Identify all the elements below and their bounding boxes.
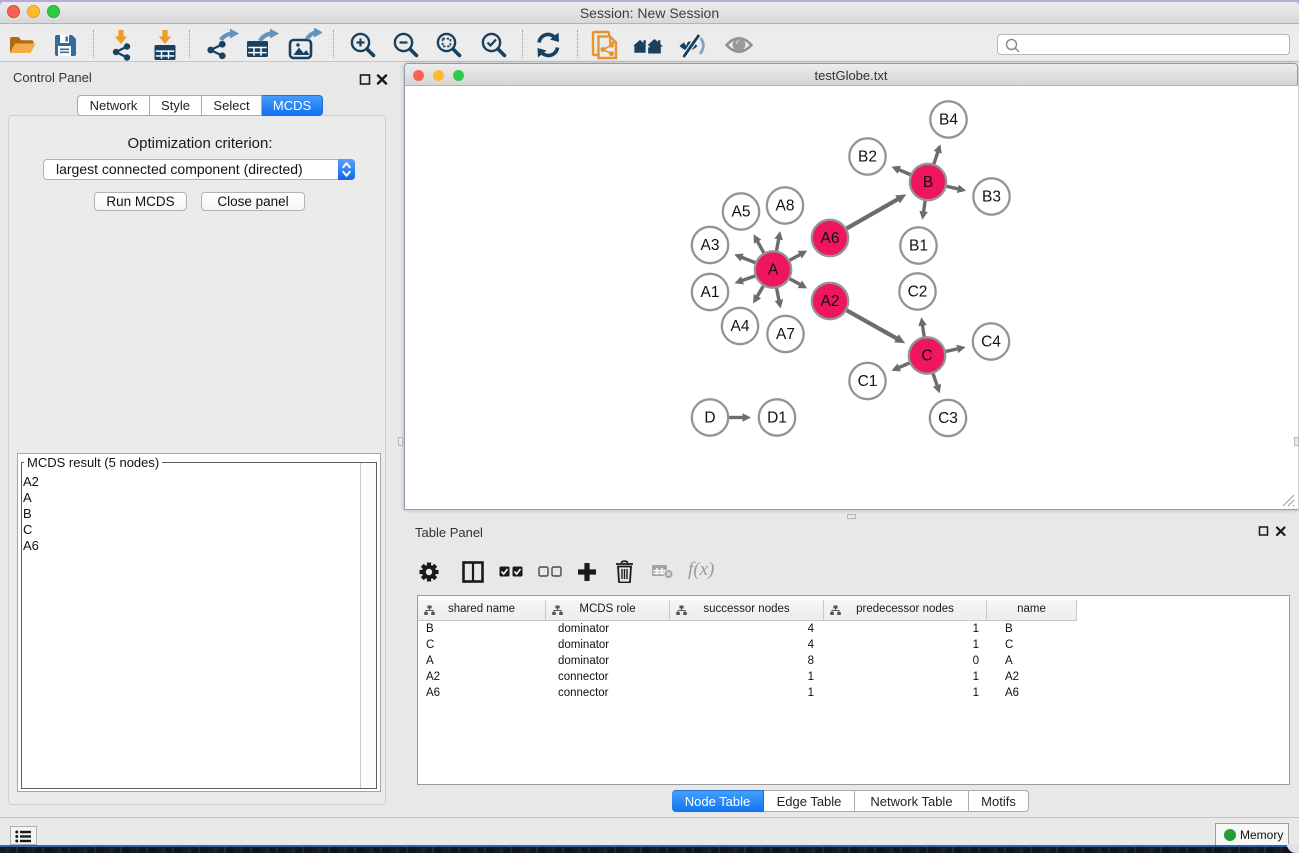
svg-text:A4: A4 <box>731 318 750 335</box>
svg-text:A3: A3 <box>701 237 720 254</box>
svg-text:A2: A2 <box>821 293 840 310</box>
svg-text:B1: B1 <box>909 238 928 255</box>
svg-text:D1: D1 <box>767 410 787 427</box>
svg-text:B: B <box>923 174 933 191</box>
svg-text:B2: B2 <box>858 149 877 166</box>
svg-text:A8: A8 <box>776 198 795 215</box>
svg-text:D: D <box>704 410 715 427</box>
svg-text:A6: A6 <box>821 230 840 247</box>
svg-text:C3: C3 <box>938 410 958 427</box>
svg-text:C1: C1 <box>858 373 878 390</box>
svg-text:A7: A7 <box>776 326 795 343</box>
svg-text:C2: C2 <box>908 284 928 301</box>
svg-text:B3: B3 <box>982 189 1001 206</box>
svg-text:A5: A5 <box>732 204 751 221</box>
svg-text:B4: B4 <box>939 112 958 129</box>
svg-text:C4: C4 <box>981 334 1001 351</box>
svg-text:A: A <box>768 262 779 279</box>
svg-text:C: C <box>921 348 932 365</box>
svg-text:A1: A1 <box>701 284 720 301</box>
